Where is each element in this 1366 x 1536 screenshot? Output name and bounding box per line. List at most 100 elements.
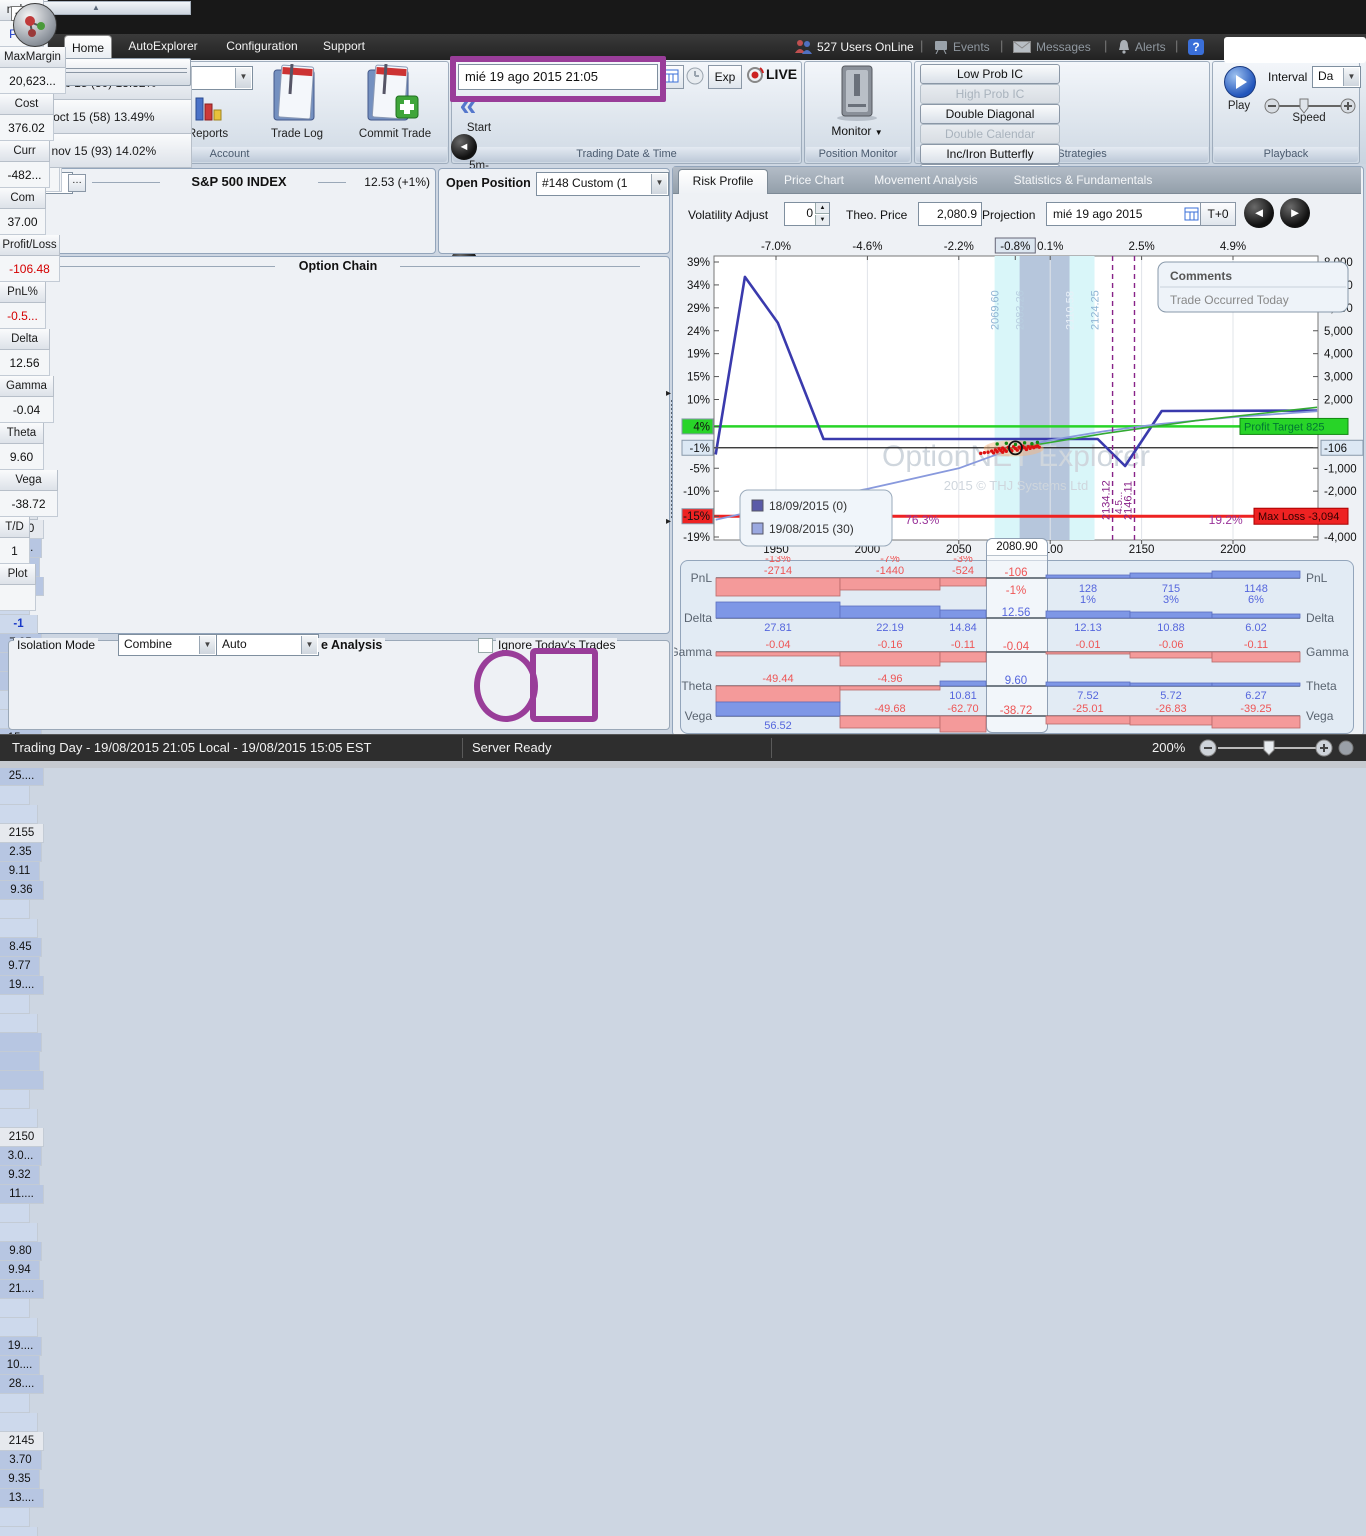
projection-date-input[interactable]: mié 19 ago 2015 [1046, 202, 1204, 226]
separator: | [1175, 38, 1178, 53]
tab-configuration[interactable]: Configuration [216, 39, 308, 53]
trade-dot [992, 451, 995, 454]
option-cell[interactable]: 9.94 [0, 1261, 40, 1280]
projection-prev-button[interactable]: ◄ [1244, 198, 1274, 228]
option-cell[interactable] [0, 1527, 38, 1536]
option-cell[interactable]: 19.... [0, 1337, 42, 1356]
option-cell[interactable]: 10.... [0, 1356, 40, 1375]
interval-selector[interactable]: Da ▼ [1312, 66, 1361, 88]
calendar-icon[interactable] [1183, 205, 1201, 230]
strategy-button-inc-iron-butterfly[interactable]: Inc/Iron Butterfly [920, 144, 1060, 164]
monitor-button[interactable]: Monitor ▼ [820, 124, 894, 138]
option-cell[interactable]: 9.32 [0, 1166, 40, 1185]
isolation-auto-selector[interactable]: Auto▼ [216, 634, 319, 656]
option-cell[interactable] [0, 1204, 30, 1223]
option-cell[interactable]: 9.36 [0, 881, 44, 900]
app-logo-icon[interactable] [13, 3, 57, 47]
option-cell[interactable]: 19.... [0, 976, 44, 995]
tab-risk-profile[interactable]: Risk Profile [678, 169, 768, 194]
tab-movement-analysis[interactable]: Movement Analysis [862, 169, 990, 191]
comments-title: Comments [1170, 269, 1232, 283]
option-cell[interactable]: 9.80 [0, 1242, 42, 1261]
analysis-column-header: T/D [0, 517, 30, 538]
option-cell[interactable] [0, 1014, 38, 1033]
chevron-down-icon[interactable]: ▼ [651, 174, 667, 194]
option-cell[interactable]: -1 [0, 615, 38, 634]
nav-5mminus-icon[interactable]: ◄ [451, 134, 477, 160]
ignore-trades-checkbox[interactable] [478, 638, 493, 653]
option-cell[interactable] [0, 1413, 38, 1432]
option-cell[interactable] [0, 786, 30, 805]
trade-dot [986, 451, 989, 454]
option-cell[interactable]: 9.77 [0, 957, 40, 976]
analysis-column-header: Gamma [0, 376, 54, 397]
tab-price-chart[interactable]: Price Chart [774, 169, 854, 191]
help-icon[interactable]: ? [1188, 39, 1204, 55]
alerts-label[interactable]: Alerts [1135, 40, 1166, 54]
calendar-icon[interactable] [660, 65, 684, 89]
nav-start-icon[interactable]: « [451, 92, 485, 122]
splitter-arrow-icon[interactable]: ▸ [666, 516, 671, 527]
option-cell[interactable] [0, 1090, 30, 1109]
option-cell[interactable] [0, 919, 38, 938]
trading-datetime-input[interactable]: mié 19 ago 2015 21:05 [458, 64, 658, 90]
open-position-selector[interactable]: #148 Custom (1 ▼ [536, 172, 669, 196]
option-cell[interactable] [0, 1394, 30, 1413]
analysis-column-header: Cost [0, 94, 54, 115]
greek-value: 27.81 [764, 622, 792, 634]
spinner-up-icon[interactable]: ▲ [815, 203, 829, 214]
volatility-adjust-spinner[interactable]: 0 ▲ ▼ [784, 202, 830, 226]
option-cell[interactable] [0, 1223, 38, 1242]
strategy-button-double-diagonal[interactable]: Double Diagonal [920, 104, 1060, 124]
option-cell[interactable]: 13.... [0, 1489, 44, 1508]
option-cell[interactable]: 2.35 [0, 843, 42, 862]
option-cell[interactable]: 28.... [0, 1375, 44, 1394]
chevron-down-icon[interactable]: ▼ [1343, 68, 1359, 86]
isolation-combine-selector[interactable]: Combine▼ [118, 634, 217, 656]
chevron-down-icon[interactable]: ▼ [301, 636, 317, 654]
events-label[interactable]: Events [953, 40, 990, 54]
option-cell[interactable]: 21.... [0, 1280, 44, 1299]
option-cell[interactable] [0, 1052, 40, 1071]
messages-label[interactable]: Messages [1036, 40, 1091, 54]
option-cell[interactable] [0, 1299, 30, 1318]
option-cell[interactable]: 3.0... [0, 1147, 42, 1166]
option-cell[interactable]: 8.45 [0, 938, 42, 957]
y-axis-right-label: -1,000 [1324, 463, 1357, 475]
reports-icon [194, 92, 224, 127]
tab-support[interactable]: Support [316, 39, 372, 53]
ignore-trades-label: Ignore Today's Trades [496, 638, 617, 652]
zoom-slider[interactable] [1198, 737, 1358, 762]
splitter-arrow-icon[interactable]: ▸ [666, 388, 671, 399]
commit-trade-button[interactable]: Commit Trade [352, 128, 438, 140]
t0-button[interactable]: T+0 [1200, 202, 1236, 226]
volatility-value: 0 [806, 206, 813, 220]
option-cell[interactable]: 3.70 [0, 1451, 42, 1470]
projection-next-button[interactable]: ► [1280, 198, 1310, 228]
option-cell[interactable]: 25.... [0, 767, 44, 786]
option-cell[interactable] [0, 995, 30, 1014]
option-cell[interactable] [0, 805, 38, 824]
analysis-cell: -0.04 [0, 397, 54, 423]
option-cell[interactable] [0, 1508, 30, 1527]
option-cell[interactable]: 9.35 [0, 1470, 40, 1489]
option-cell[interactable]: 9.11 [0, 862, 40, 881]
y-axis-left-label: -1% [690, 443, 710, 455]
live-label[interactable]: LIVE [766, 66, 797, 82]
option-cell[interactable]: 11.... [0, 1185, 44, 1204]
tab-statistics-fundamentals[interactable]: Statistics & Fundamentals [998, 169, 1168, 191]
spinner-down-icon[interactable]: ▼ [815, 215, 829, 225]
chevron-down-icon[interactable]: ▼ [199, 636, 215, 654]
chevron-down-icon[interactable]: ▼ [235, 68, 251, 88]
option-cell[interactable] [0, 1318, 38, 1337]
option-cell[interactable] [0, 1109, 38, 1128]
strategy-button-low-prob-ic[interactable]: Low Prob IC [920, 64, 1060, 84]
option-cell[interactable] [0, 900, 30, 919]
trade-log-button[interactable]: Trade Log [262, 128, 332, 140]
play-icon[interactable] [1224, 66, 1256, 98]
greek-bar [1130, 573, 1212, 578]
option-cell[interactable] [0, 1033, 42, 1052]
option-cell[interactable] [0, 1071, 44, 1090]
clock-icon[interactable] [684, 65, 706, 87]
exp-button[interactable]: Exp [708, 65, 742, 89]
